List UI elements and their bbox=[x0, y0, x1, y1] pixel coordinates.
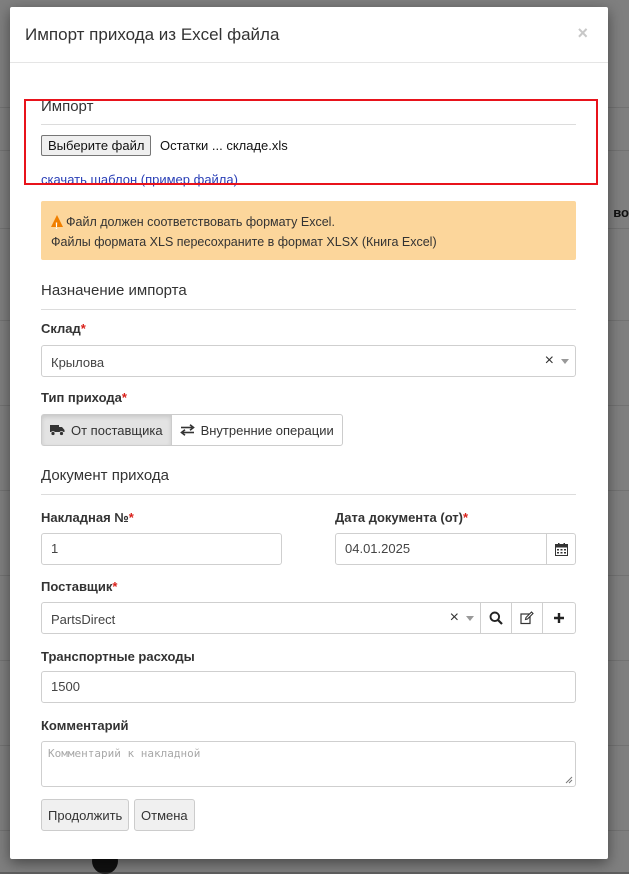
comment-label: Комментарий bbox=[41, 718, 129, 733]
exchange-icon bbox=[179, 424, 195, 436]
type-option-internal-label: Внутренние операции bbox=[200, 422, 334, 438]
chevron-down-icon[interactable] bbox=[466, 616, 474, 621]
type-option-internal[interactable]: Внутренние операции bbox=[170, 414, 343, 446]
supplier-select[interactable]: PartsDirect × bbox=[41, 602, 481, 634]
alert-line-2: Файлы формата XLS пересохраните в формат… bbox=[51, 235, 437, 249]
warehouse-value: Крылова bbox=[51, 355, 105, 370]
required-mark: * bbox=[463, 510, 469, 525]
supplier-value: PartsDirect bbox=[51, 612, 116, 627]
plus-icon bbox=[554, 613, 564, 623]
document-date-label: Дата документа (от)* bbox=[335, 510, 468, 525]
calendar-button[interactable] bbox=[546, 533, 576, 565]
section-divider bbox=[41, 309, 576, 310]
invoice-number-input[interactable]: 1 bbox=[41, 533, 282, 565]
type-option-supplier[interactable]: От поставщика bbox=[41, 414, 171, 446]
required-mark: * bbox=[112, 579, 118, 594]
invoice-number-label-text: Накладная № bbox=[41, 510, 129, 525]
supplier-label-text: Поставщик bbox=[41, 579, 113, 594]
continue-button[interactable]: Продолжить bbox=[41, 799, 130, 831]
invoice-number-label: Накладная №* bbox=[41, 510, 134, 525]
import-modal: Импорт прихода из Excel файла × Импорт В… bbox=[10, 7, 608, 859]
alert-line-1: Файл должен соответствовать формату Exce… bbox=[51, 212, 566, 236]
document-date-label-text: Дата документа (от) bbox=[335, 510, 464, 525]
receipt-type-toggle: От поставщика Внутренние операции bbox=[41, 414, 343, 446]
comment-placeholder: Комментарий к накладной bbox=[48, 747, 201, 760]
truck-icon bbox=[50, 425, 65, 436]
search-supplier-button[interactable] bbox=[480, 602, 512, 634]
warning-icon bbox=[51, 215, 63, 236]
add-supplier-button[interactable] bbox=[542, 602, 576, 634]
close-icon[interactable]: × bbox=[577, 23, 588, 43]
type-option-supplier-label: От поставщика bbox=[71, 422, 163, 438]
clear-icon[interactable]: × bbox=[545, 352, 554, 370]
warehouse-label-text: Склад bbox=[41, 321, 81, 336]
document-section-title: Документ прихода bbox=[41, 467, 169, 484]
transport-costs-label: Транспортные расходы bbox=[41, 649, 195, 664]
calendar-icon bbox=[554, 542, 568, 556]
format-warning-alert: Файл должен соответствовать формату Exce… bbox=[41, 201, 576, 260]
clear-icon[interactable]: × bbox=[450, 609, 459, 627]
highlight-frame bbox=[24, 99, 598, 185]
transport-costs-input[interactable]: 1500 bbox=[41, 671, 576, 703]
destination-section-title: Назначение импорта bbox=[41, 282, 187, 299]
document-date-input[interactable]: 04.01.2025 bbox=[335, 533, 547, 565]
cancel-button[interactable]: Отмена bbox=[134, 799, 195, 831]
receipt-type-label: Тип прихода* bbox=[41, 390, 127, 405]
required-mark: * bbox=[80, 321, 86, 336]
alert-text-1: Файл должен соответствовать формату Exce… bbox=[66, 215, 335, 229]
comment-textarea[interactable]: Комментарий к накладной bbox=[41, 741, 576, 787]
required-mark: * bbox=[128, 510, 134, 525]
receipt-type-label-text: Тип прихода bbox=[41, 390, 122, 405]
edit-icon bbox=[520, 611, 534, 625]
section-divider bbox=[41, 494, 576, 495]
warehouse-label: Склад* bbox=[41, 321, 86, 336]
warehouse-select[interactable]: Крылова × bbox=[41, 345, 576, 377]
supplier-label: Поставщик* bbox=[41, 579, 117, 594]
modal-header: Импорт прихода из Excel файла × bbox=[10, 7, 608, 63]
edit-supplier-button[interactable] bbox=[511, 602, 543, 634]
modal-title: Импорт прихода из Excel файла bbox=[25, 25, 280, 44]
resize-grip-icon[interactable] bbox=[565, 776, 573, 784]
search-icon bbox=[489, 611, 503, 625]
required-mark: * bbox=[121, 390, 127, 405]
document-date-field: 04.01.2025 bbox=[335, 533, 576, 565]
chevron-down-icon[interactable] bbox=[561, 359, 569, 364]
